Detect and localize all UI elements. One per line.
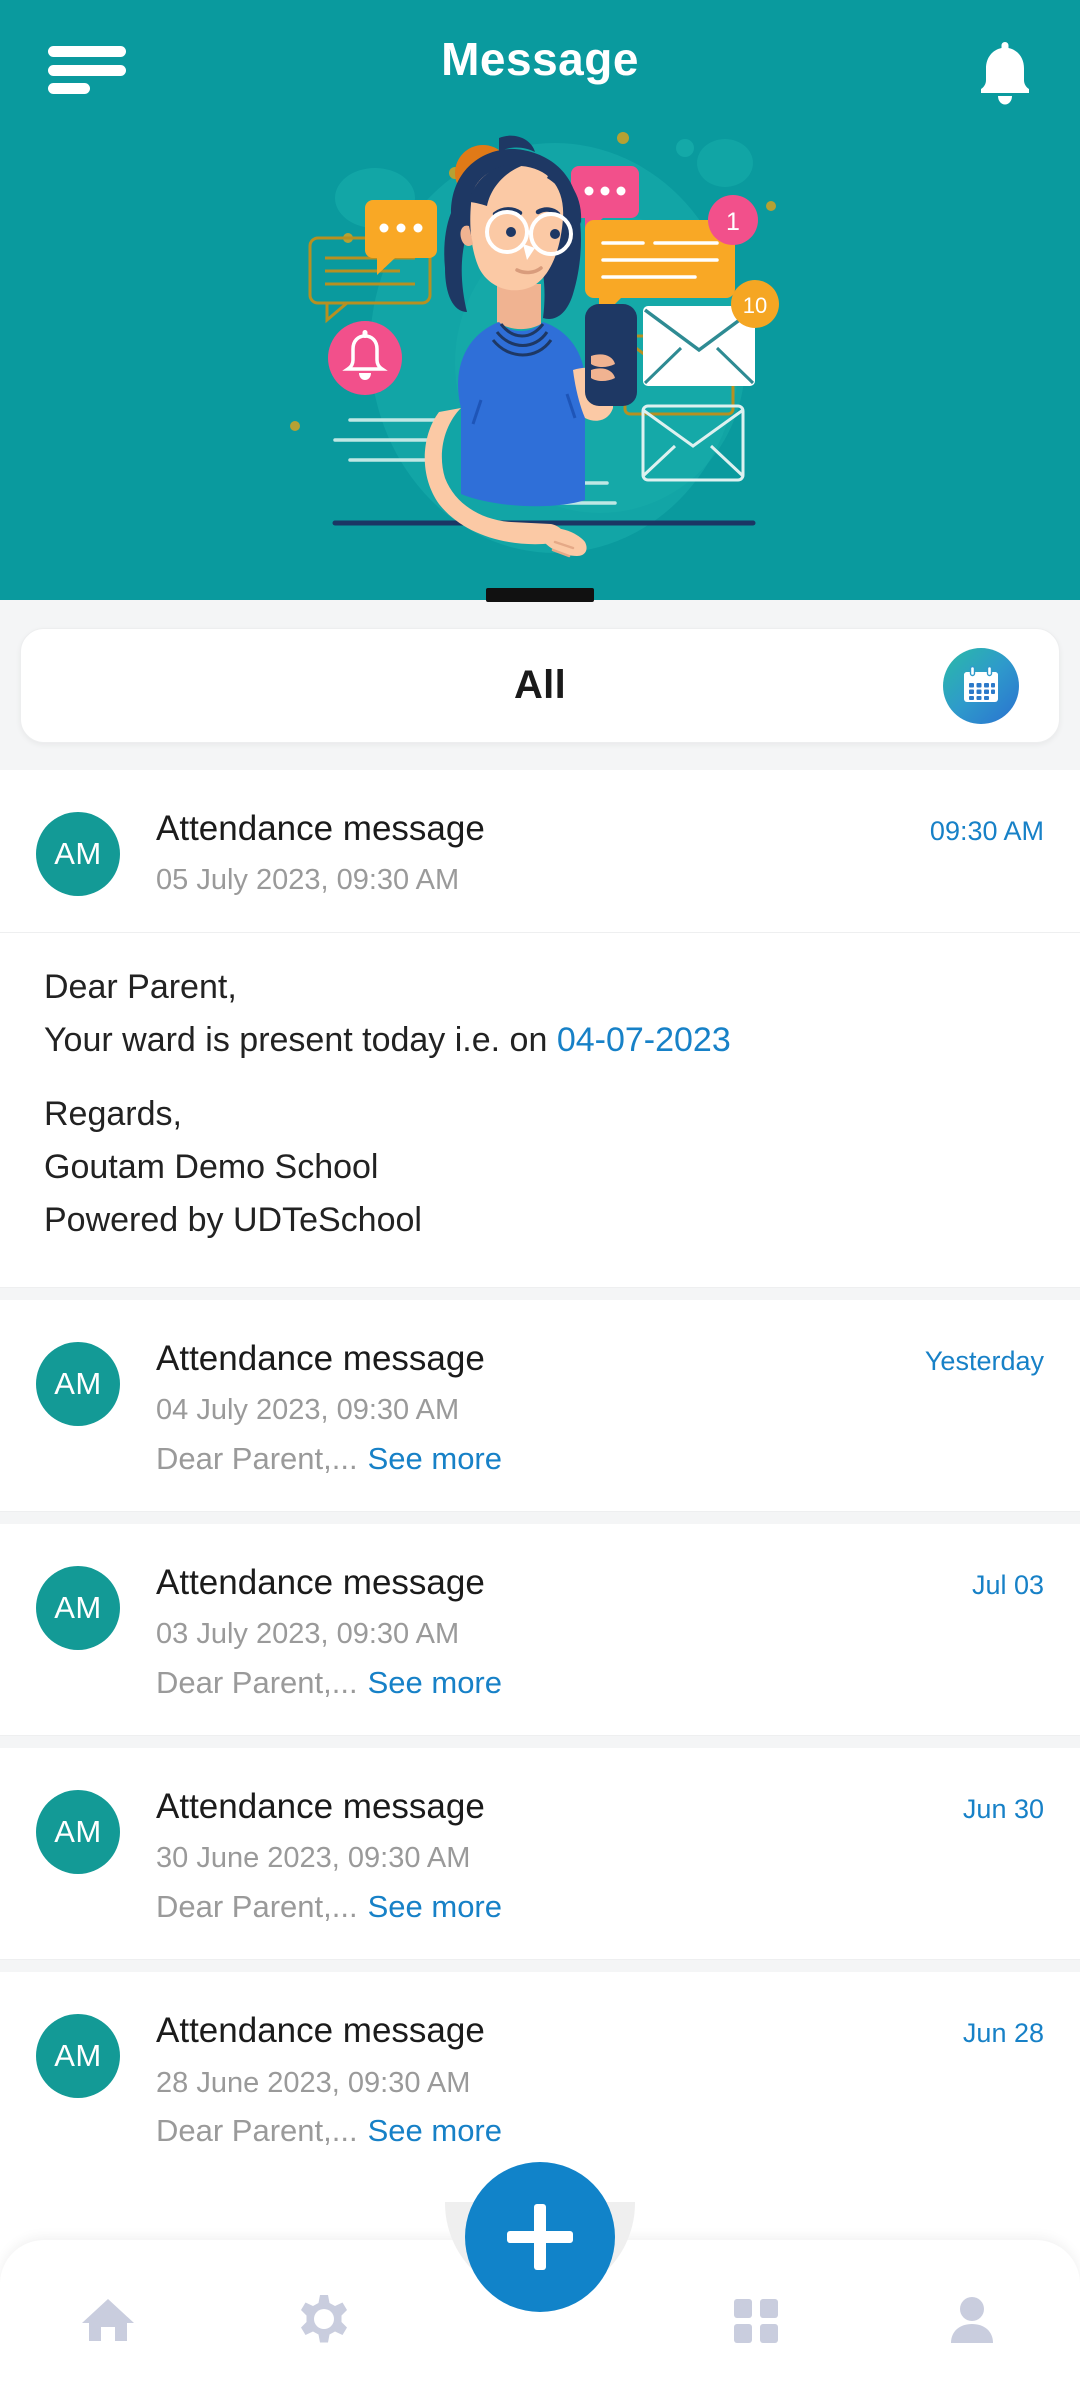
message-text-block: Attendance message 04 July 2023, 09:30 A… <box>120 1338 925 1477</box>
message-header[interactable]: AM Attendance message 28 June 2023, 09:3… <box>0 1972 1080 2183</box>
sheet-drag-handle[interactable] <box>486 588 594 602</box>
avatar: AM <box>36 2014 120 2099</box>
nav-item-profile[interactable] <box>864 2240 1080 2400</box>
message-preview: Dear Parent,... <box>156 2113 358 2149</box>
calendar-icon[interactable] <box>943 647 1019 724</box>
message-preview-line: Dear Parent,... See more <box>156 1888 963 1925</box>
body-regards: Regards, <box>44 1095 182 1134</box>
nav-item-home[interactable] <box>0 2240 216 2400</box>
list-spacer <box>0 1511 1080 1524</box>
message-date: 04 July 2023, 09:30 AM <box>156 1393 460 1426</box>
content-sheet: All AM Attendance message 05 July 2023, … <box>0 588 1080 2400</box>
avatar: AM <box>36 1341 120 1426</box>
message-time-label: Jun 28 <box>962 2018 1044 2049</box>
message-title: Attendance message <box>156 1562 485 1602</box>
person-icon <box>951 2297 993 2343</box>
bubble-count-badge: 1 <box>708 195 758 245</box>
message-title: Attendance message <box>156 809 485 848</box>
message-title: Attendance message <box>156 1787 485 1827</box>
body-school: Goutam Demo School <box>44 1148 379 1187</box>
message-item[interactable]: AM Attendance message 30 June 2023, 09:3… <box>0 1748 1080 1961</box>
message-time-label: Yesterday <box>924 1345 1044 1376</box>
message-date: 28 June 2023, 09:30 AM <box>156 2066 471 2099</box>
message-item-expanded[interactable]: AM Attendance message 05 July 2023, 09:3… <box>0 770 1080 1288</box>
message-item[interactable]: AM Attendance message 04 July 2023, 09:3… <box>0 1299 1080 1512</box>
message-list: AM Attendance message 05 July 2023, 09:3… <box>0 770 1080 2400</box>
bell-glyph <box>981 42 1029 105</box>
message-header[interactable]: AM Attendance message 03 July 2023, 09:3… <box>0 1524 1080 1735</box>
see-more-link[interactable]: See more <box>368 1665 502 1700</box>
message-header[interactable]: AM Attendance message 05 July 2023, 09:3… <box>0 770 1080 932</box>
message-body: Dear Parent, Your ward is present today … <box>0 933 1080 1287</box>
message-title: Attendance message <box>156 1338 485 1378</box>
body-presence-line: Your ward is present today i.e. on 04-07… <box>44 1014 1036 1067</box>
message-time-label: Jun 30 <box>962 1794 1044 1825</box>
message-text-block: Attendance message 30 June 2023, 09:30 A… <box>120 1786 963 1925</box>
body-presence-prefix: Your ward is present today i.e. on <box>44 1020 557 1059</box>
avatar: AM <box>36 1565 120 1650</box>
list-spacer <box>0 1736 1080 1749</box>
nav-item-apps[interactable] <box>648 2240 864 2400</box>
see-more-link[interactable]: See more <box>368 2113 502 2148</box>
body-presence-date: 04-07-2023 <box>556 1020 731 1059</box>
message-date: 03 July 2023, 09:30 AM <box>156 1618 460 1651</box>
message-text-block: Attendance message 03 July 2023, 09:30 A… <box>120 1562 972 1701</box>
message-text-block: Attendance message 05 July 2023, 09:30 A… <box>120 808 930 898</box>
calendar-glyph <box>964 665 998 702</box>
svg-text:1: 1 <box>726 208 740 236</box>
page-title: Message <box>441 33 639 85</box>
see-more-link[interactable]: See more <box>368 1441 502 1476</box>
message-header[interactable]: AM Attendance message 30 June 2023, 09:3… <box>0 1748 1080 1959</box>
envelope-count-badge: 10 <box>731 280 779 328</box>
message-preview-line: Dear Parent,... See more <box>156 1664 972 1701</box>
message-date: 05 July 2023, 09:30 AM <box>156 864 460 897</box>
list-spacer <box>0 1287 1080 1300</box>
grid-icon <box>734 2299 778 2343</box>
message-title: Attendance message <box>156 2011 485 2051</box>
svg-text:10: 10 <box>743 293 767 318</box>
app-root: Message 1 10 All AM Attendance message 0… <box>0 0 1080 2400</box>
message-preview-line: Dear Parent,... See more <box>156 1440 925 1477</box>
messages-illustration: 1 10 <box>255 108 825 563</box>
avatar: AM <box>36 812 120 896</box>
message-time-label: Jul 03 <box>971 1569 1044 1600</box>
message-date: 30 June 2023, 09:30 AM <box>156 1842 471 1875</box>
message-preview: Dear Parent,... <box>156 1664 358 1700</box>
see-more-link[interactable]: See more <box>368 1889 502 1924</box>
message-item[interactable]: AM Attendance message 03 July 2023, 09:3… <box>0 1523 1080 1737</box>
filter-bar[interactable]: All <box>20 628 1060 743</box>
plus-icon <box>534 2204 546 2270</box>
message-preview: Dear Parent,... <box>156 1440 358 1476</box>
pink-bell-badge <box>328 321 402 395</box>
message-preview: Dear Parent,... <box>156 1889 358 1925</box>
gear-icon <box>301 2295 347 2343</box>
body-powered-by: Powered by UDTeSchool <box>44 1200 422 1239</box>
add-button-fab[interactable] <box>465 2162 615 2312</box>
bottom-navigation-bar <box>0 2162 1080 2400</box>
avatar: AM <box>36 1790 120 1875</box>
hero-header: Message 1 10 <box>0 0 1080 600</box>
message-header[interactable]: AM Attendance message 04 July 2023, 09:3… <box>0 1300 1080 1511</box>
message-text-block: Attendance message 28 June 2023, 09:30 A… <box>120 2010 963 2149</box>
list-spacer <box>0 1960 1080 1973</box>
message-item[interactable]: AM Attendance message 28 June 2023, 09:3… <box>0 1972 1080 2184</box>
nav-item-settings[interactable] <box>216 2240 432 2400</box>
home-icon <box>82 2299 134 2341</box>
illustration-svg: 1 10 <box>290 132 779 558</box>
filter-selected-label: All <box>513 663 566 707</box>
message-time-label: 09:30 AM <box>929 816 1044 846</box>
body-greeting: Dear Parent, <box>44 968 237 1007</box>
bell-icon[interactable] <box>972 38 1038 106</box>
message-preview-line: Dear Parent,... See more <box>156 2112 963 2149</box>
